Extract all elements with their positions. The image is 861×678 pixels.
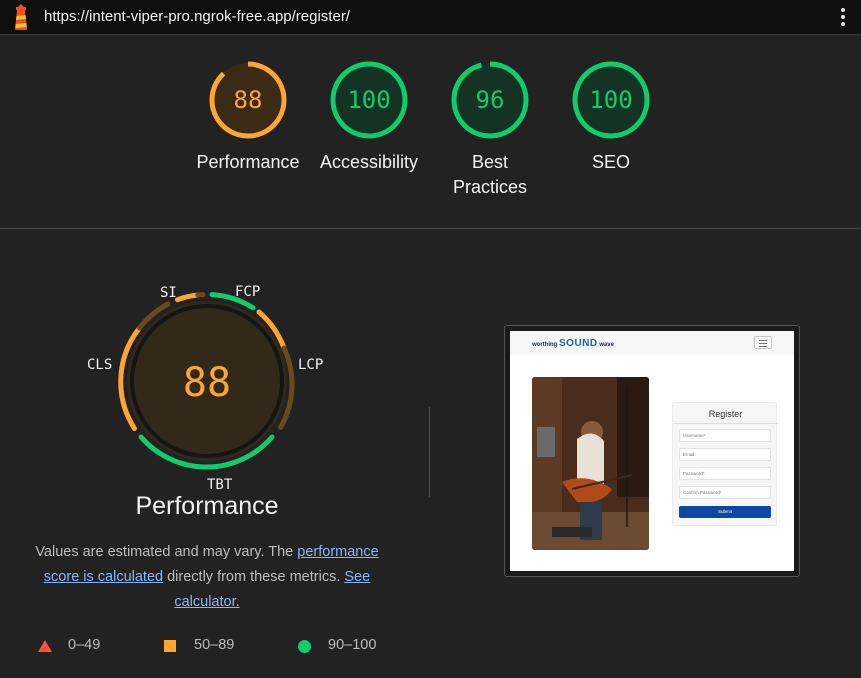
gauge-seo[interactable]: 100 SEO [551, 60, 671, 175]
legend-label: 0–49 [68, 637, 101, 653]
page-url: https://intent-viper-pro.ngrok-free.app/… [44, 8, 350, 25]
site-navbar: worthing SOUND wave [510, 331, 794, 355]
performance-title: Performance [135, 492, 279, 520]
submit-button: Submit [679, 506, 771, 518]
form-divider [673, 423, 778, 424]
gauge-score: 96 [475, 86, 505, 114]
performance-score: 88 [182, 360, 232, 406]
metric-label-si: SI [160, 285, 177, 301]
gauge-label: Accessibility [319, 152, 419, 172]
brand-suffix: wave [599, 342, 614, 348]
gauge-best-practices[interactable]: 96 Best Practices [430, 60, 550, 200]
legend-label: 50–89 [194, 637, 235, 653]
username-field: Username* [679, 429, 771, 442]
password-field: Password* [679, 467, 771, 480]
screenshot-page: worthing SOUND wave Register Username* E… [510, 331, 794, 571]
score-gauges: 88 Performance 100 Accessibility 96 Best… [0, 36, 861, 229]
metric-label-fcp: FCP [235, 284, 261, 300]
legend-label: 90–100 [328, 637, 377, 653]
report-header: https://intent-viper-pro.ngrok-free.app/… [0, 0, 861, 35]
lighthouse-icon [15, 4, 27, 30]
score-note: Values are estimated and may vary. The p… [22, 540, 392, 615]
divider [429, 407, 430, 497]
note-text: Values are estimated and may vary. The [35, 544, 298, 560]
email-field: Email [679, 448, 771, 461]
triangle-icon [38, 640, 52, 652]
metric-label-lcp: LCP [298, 357, 324, 373]
gauge-accessibility[interactable]: 100 Accessibility [309, 60, 429, 175]
brand-main: SOUND [559, 338, 598, 349]
segment-si [174, 292, 201, 303]
gauge-score: 100 [347, 86, 391, 114]
confirm-password-field: Confirm Password* [679, 486, 771, 499]
gauge-label: Best Practices [452, 152, 528, 197]
form-title: Register [708, 409, 743, 419]
performance-gauge: 88 [82, 270, 332, 490]
gauge-label: SEO [591, 152, 630, 172]
register-form: Register Username* Email Password* Confi… [672, 402, 778, 526]
gauge-score: 100 [589, 86, 633, 114]
metric-label-tbt: TBT [207, 477, 233, 493]
brand-prefix: worthing [532, 342, 558, 348]
square-icon [164, 640, 176, 652]
metric-label-cls: CLS [87, 357, 113, 373]
gauge-label: Performance [196, 152, 300, 172]
hamburger-icon [754, 336, 772, 349]
kebab-menu-icon[interactable] [839, 7, 847, 27]
note-text-middle: directly from these metrics. [163, 569, 345, 585]
circle-icon [298, 640, 311, 653]
final-screenshot[interactable]: worthing SOUND wave Register Username* E… [504, 325, 800, 577]
site-logo: worthing SOUND wave [532, 338, 614, 349]
gauge-performance[interactable]: 88 Performance [188, 60, 308, 175]
gauge-score: 88 [233, 86, 263, 114]
guitarist-photo [532, 377, 649, 550]
